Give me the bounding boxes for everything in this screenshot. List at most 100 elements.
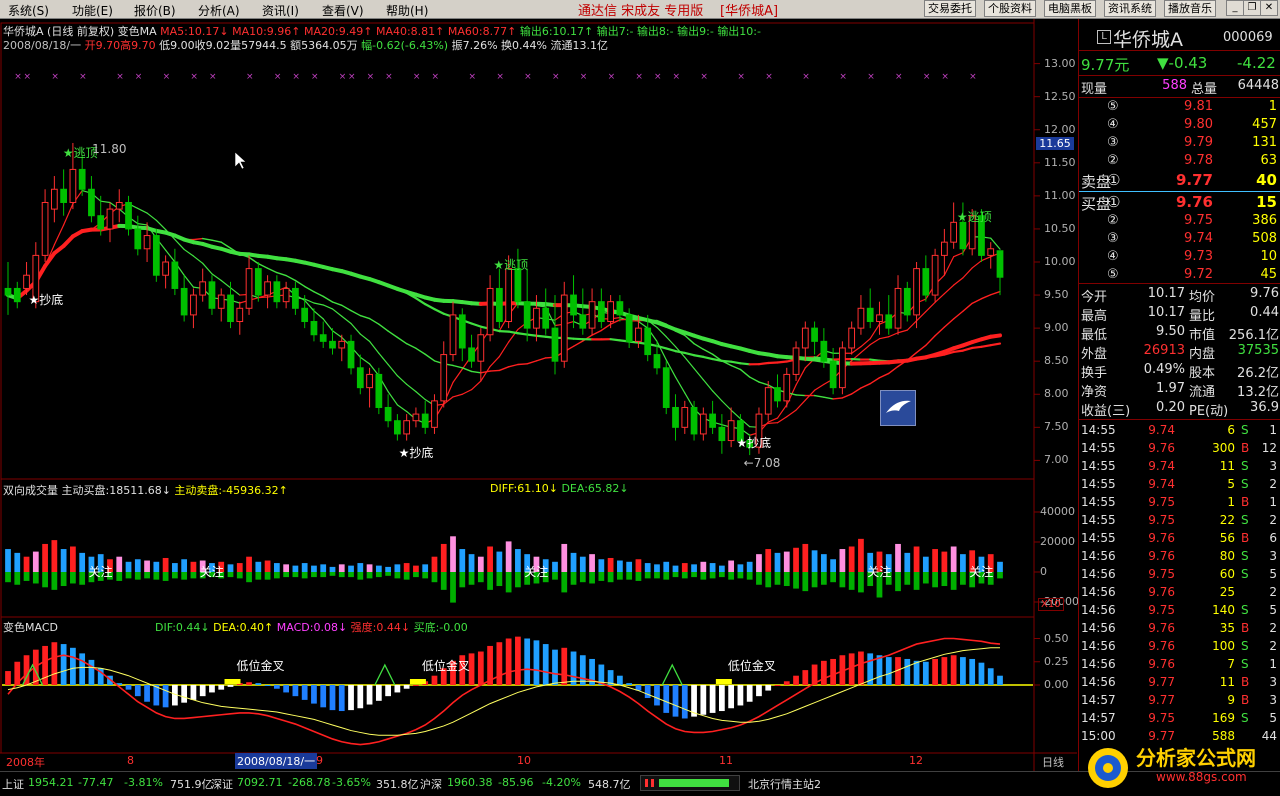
ask-row[interactable]: ③9.79131: [1079, 135, 1280, 153]
menu-function[interactable]: 功能(E): [72, 2, 113, 19]
menu-help[interactable]: 帮助(H): [386, 2, 428, 19]
ma40-line: [972, 347, 981, 348]
menu-info[interactable]: 资讯(I): [262, 2, 299, 19]
bid-row[interactable]: 买盘①9.7615: [1079, 193, 1280, 211]
buy-volume-bar: [506, 541, 512, 572]
sell-volume-bar: [654, 572, 660, 578]
buy-volume-bar: [840, 549, 846, 572]
signal-mark: ×: [765, 72, 773, 82]
tick-volume: 11: [1191, 459, 1235, 473]
bar-low: 低9.00: [159, 39, 195, 52]
stat-row: 最低9.50市值256.1亿: [1079, 324, 1280, 342]
stock-selector-icon[interactable]: L: [1097, 30, 1111, 44]
price-axis-label: 13.00: [1044, 57, 1076, 70]
tick-count: 5: [1255, 603, 1277, 617]
stock-info-button[interactable]: 个股资料: [984, 0, 1036, 17]
ask-row[interactable]: ⑤9.811: [1079, 99, 1280, 117]
minimize-icon[interactable]: _: [1226, 0, 1244, 16]
period-label[interactable]: 日线: [1042, 754, 1064, 770]
ask-row[interactable]: ②9.7863: [1079, 153, 1280, 171]
restore-icon[interactable]: ❐: [1243, 0, 1261, 16]
candle-body: [858, 308, 864, 328]
tick-price: 9.76: [1125, 531, 1175, 545]
candle-body: [228, 295, 234, 321]
ask-level: ⑤: [1107, 99, 1119, 114]
tick-row: 14:569.76252: [1079, 584, 1280, 602]
tick-side: B: [1241, 531, 1249, 545]
macd-bar: [246, 682, 252, 685]
trade-button[interactable]: 交易委托: [924, 0, 976, 17]
close-icon[interactable]: ✕: [1260, 0, 1278, 16]
tick-side: S: [1241, 477, 1249, 491]
music-button[interactable]: 播放音乐: [1164, 0, 1216, 17]
candle-body: [886, 315, 892, 328]
volume-unit: X10: [1038, 598, 1064, 611]
sell-volume-bar: [367, 572, 373, 578]
buy-volume-bar: [487, 547, 493, 573]
server-station[interactable]: 北京行情主站2: [748, 776, 821, 792]
menu-quote[interactable]: 报价(B): [134, 2, 176, 19]
sell-volume-bar: [793, 572, 799, 589]
bar-volume: 量57944.5: [230, 39, 287, 52]
menu-system[interactable]: 系统(S): [8, 2, 49, 19]
buy-volume-bar: [478, 557, 484, 572]
tick-count: 1: [1255, 423, 1277, 437]
macd-bar: [534, 640, 540, 685]
sell-volume-bar: [478, 572, 484, 582]
macd-bar: [255, 683, 261, 685]
tick-time: 14:55: [1081, 423, 1116, 437]
buy-volume-bar: [459, 549, 465, 572]
buy-volume-bar: [422, 564, 428, 572]
buy-volume-bar: [79, 553, 85, 572]
bid-row[interactable]: ⑤9.7245: [1079, 267, 1280, 285]
blackboard-button[interactable]: 电脑黑板: [1044, 0, 1096, 17]
sell-volume-bar: [914, 572, 920, 590]
tick-time: 14:55: [1081, 495, 1116, 509]
candle-body: [376, 374, 382, 407]
macd-bar: [700, 685, 706, 715]
stat-label: 市值: [1189, 324, 1215, 343]
stat-value: 13.2亿: [1225, 381, 1279, 400]
sell-volume-bar: [116, 572, 122, 581]
news-button[interactable]: 资讯系统: [1104, 0, 1156, 17]
tick-price: 9.75: [1125, 711, 1175, 725]
candle-body: [172, 262, 178, 288]
tick-time: 14:56: [1081, 657, 1116, 671]
signal-mark: ×: [274, 72, 282, 82]
sell-volume-bar: [710, 572, 716, 578]
macd-bar: [654, 685, 660, 705]
candle-body: [218, 295, 224, 308]
sell-volume-bar: [5, 572, 11, 582]
candle-body: [265, 282, 271, 295]
candle-body: [561, 295, 567, 361]
price-axis-label: 7.50: [1044, 420, 1069, 433]
bid-row[interactable]: ②9.75386: [1079, 213, 1280, 231]
macd-bar: [496, 642, 502, 685]
tick-count: 3: [1255, 459, 1277, 473]
tick-row: 14:559.751B1: [1079, 494, 1280, 512]
ask-row[interactable]: 卖盘①9.7740: [1079, 171, 1280, 189]
bid-row[interactable]: ④9.7310: [1079, 249, 1280, 267]
bar-change: 幅-0.62(-6.43%): [361, 39, 448, 52]
candle-body: [700, 414, 706, 434]
buy-volume-bar: [228, 564, 234, 572]
candle-body: [422, 414, 428, 427]
buy-volume-bar: [450, 536, 456, 572]
tick-volume: 6: [1191, 423, 1235, 437]
tick-time: 14:55: [1081, 513, 1116, 527]
bid-row[interactable]: ③9.74508: [1079, 231, 1280, 249]
buy-volume-bar: [24, 557, 30, 572]
sell-volume-bar: [330, 572, 336, 576]
menu-view[interactable]: 查看(V): [322, 2, 364, 19]
quote-panel: L 华侨城A 000069 9.77元 ▼-0.43 -4.22 现量 588 …: [1078, 19, 1280, 771]
hs-label: 沪深: [420, 776, 442, 792]
stat-label: 最高: [1081, 305, 1107, 324]
ask-row[interactable]: ④9.80457: [1079, 117, 1280, 135]
menu-analysis[interactable]: 分析(A): [198, 2, 240, 19]
tick-side: S: [1241, 711, 1249, 725]
candle-body: [784, 374, 790, 400]
signal-mark: ×: [635, 72, 643, 82]
hs-change: -85.96: [498, 776, 533, 789]
signal-mark: ×: [367, 72, 375, 82]
candle-body: [79, 169, 85, 189]
